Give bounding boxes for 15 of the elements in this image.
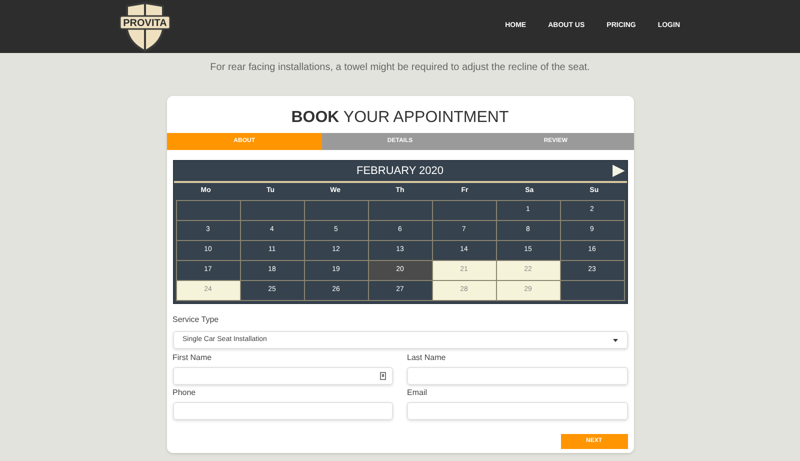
text-input-field[interactable] bbox=[407, 367, 628, 385]
next-month-button[interactable]: ▶ bbox=[612, 162, 624, 180]
text-input-field[interactable] bbox=[407, 402, 628, 420]
field-label: Email bbox=[407, 387, 428, 399]
field-label: Phone bbox=[172, 387, 197, 399]
field-label: Last Name bbox=[407, 352, 447, 364]
text-input-field[interactable] bbox=[172, 367, 393, 385]
month-title: FEBRUARY 2020 bbox=[356, 164, 444, 179]
contact-card-icon bbox=[380, 372, 386, 380]
field-label: Service Type bbox=[172, 314, 220, 326]
dropdown-caret-icon bbox=[612, 338, 618, 342]
text-input-field[interactable] bbox=[172, 402, 393, 420]
notice-text: For rear facing installations, a towel might be required to adjust the recline of the seat. bbox=[209, 61, 591, 75]
card-title: BOOK YOUR APPOINTMENT bbox=[290, 108, 510, 128]
field-label: First Name bbox=[172, 352, 213, 364]
